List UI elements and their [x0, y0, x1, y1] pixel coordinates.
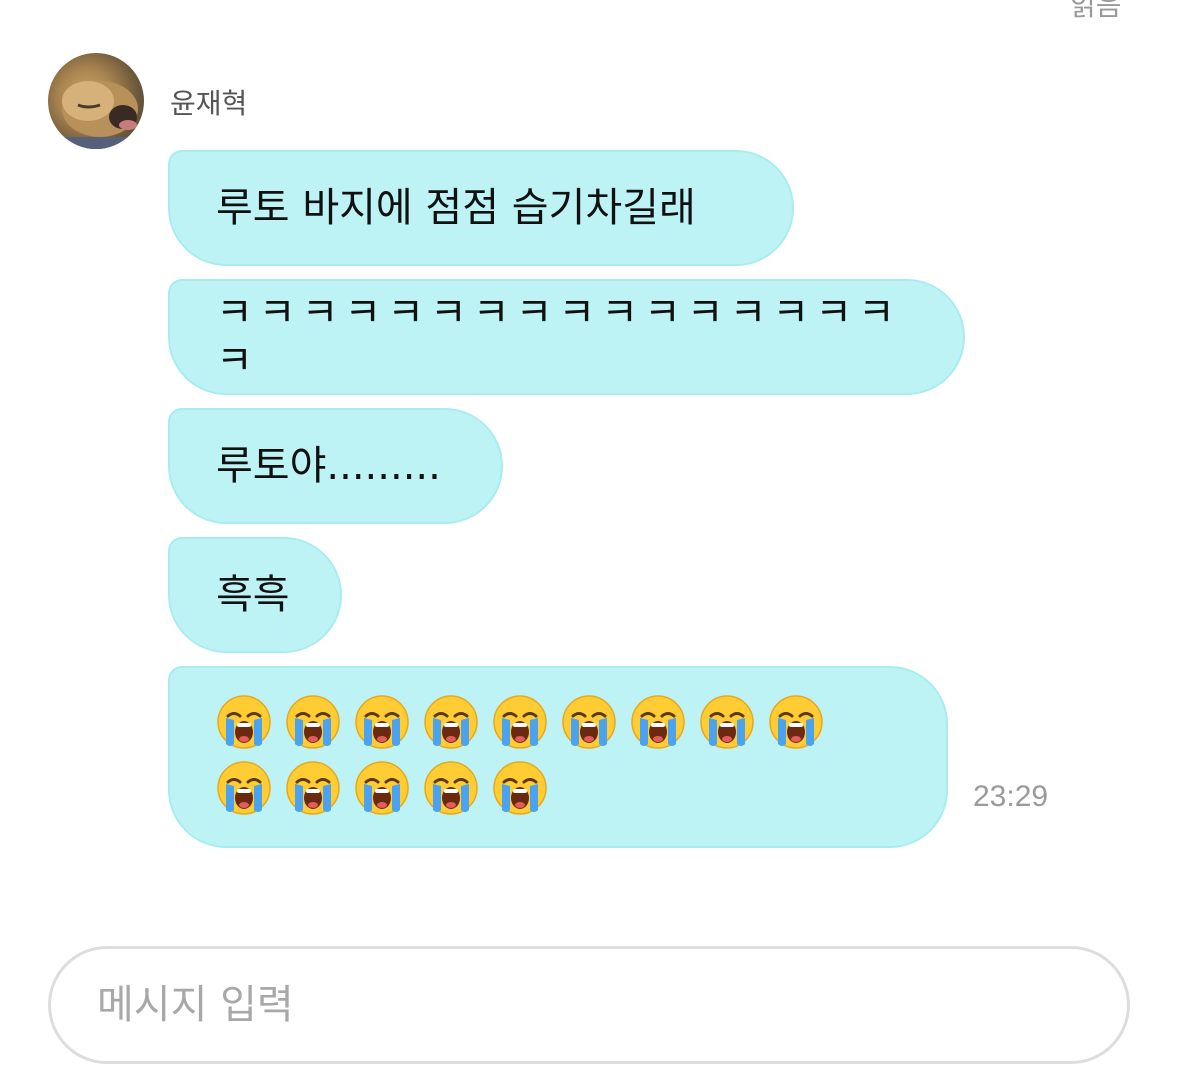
message-text: ㅋㅋㅋㅋㅋㅋㅋㅋㅋㅋㅋㅋㅋㅋㅋㅋㅋ [216, 290, 901, 384]
sender-avatar[interactable] [48, 53, 144, 149]
loudly-crying-face-icon [355, 695, 409, 749]
sender-name: 윤재혁 [170, 87, 248, 120]
loudly-crying-face-icon [769, 695, 823, 749]
message-timestamp: 23:29 [973, 780, 1049, 813]
message-bubble[interactable]: 흑흑 [168, 537, 342, 653]
message-text: 흑흑 [216, 572, 290, 618]
loudly-crying-face-icon [424, 695, 478, 749]
dog-photo-avatar-icon [48, 81, 144, 149]
message-input[interactable] [48, 946, 1130, 1064]
loudly-crying-face-icon [700, 695, 754, 749]
loudly-crying-face-icon [286, 695, 340, 749]
loudly-crying-face-icon [562, 695, 616, 749]
loudly-crying-face-icon [493, 761, 547, 815]
read-status: 읽음 [1070, 0, 1122, 22]
loudly-crying-face-icon [355, 761, 409, 815]
message-bubble[interactable]: ㅋㅋㅋㅋㅋㅋㅋㅋㅋㅋㅋㅋㅋㅋㅋㅋㅋ [168, 279, 965, 395]
loudly-crying-face-icon [493, 695, 547, 749]
loudly-crying-face-icon [217, 761, 271, 815]
emoji-message-bubble[interactable] [168, 666, 948, 848]
emoji-grid [216, 694, 900, 826]
loudly-crying-face-icon [424, 761, 478, 815]
message-text: 루토야......... [216, 443, 441, 489]
message-bubble[interactable]: 루토야......... [168, 408, 503, 524]
message-bubble[interactable]: 루토 바지에 점점 습기차길래 [168, 150, 794, 266]
loudly-crying-face-icon [286, 761, 340, 815]
loudly-crying-face-icon [631, 695, 685, 749]
loudly-crying-face-icon [217, 695, 271, 749]
message-text: 루토 바지에 점점 습기차길래 [216, 185, 696, 231]
